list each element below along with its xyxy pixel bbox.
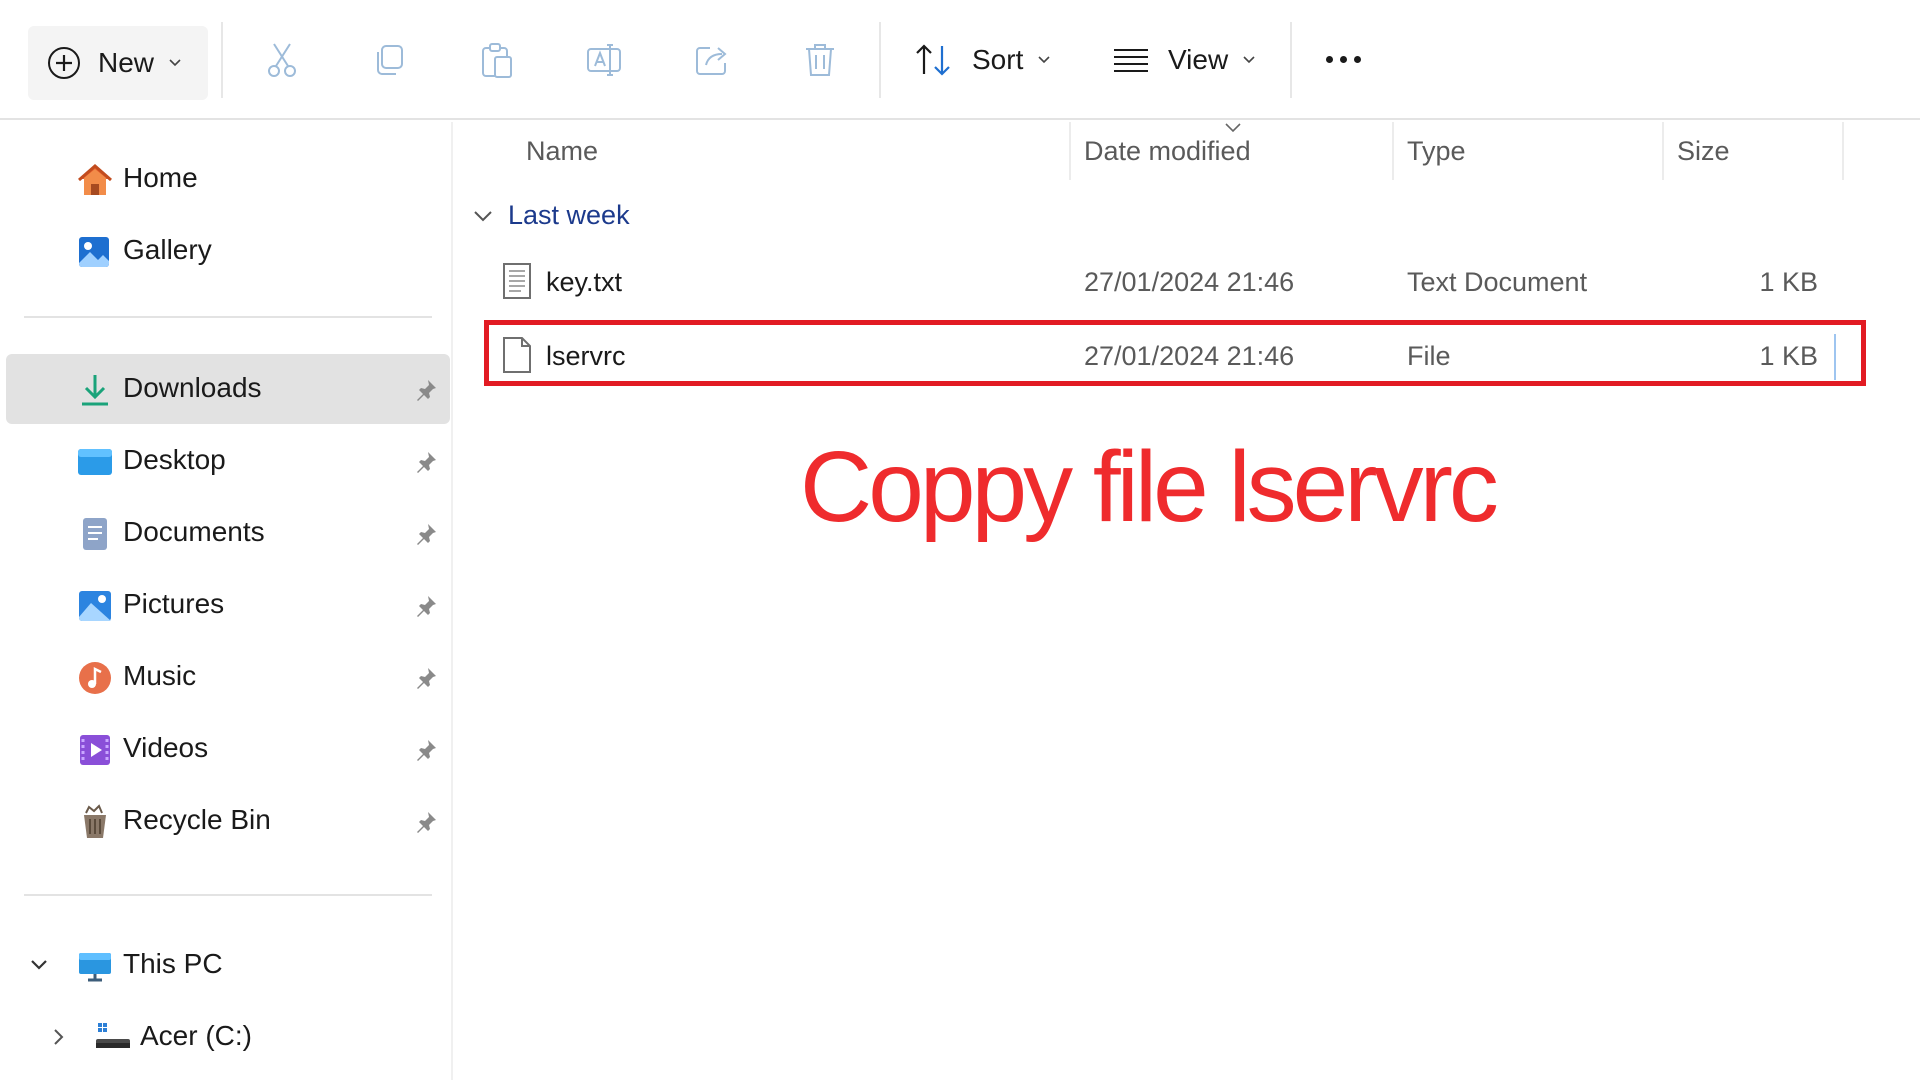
column-header-date[interactable]: Date modified (1084, 136, 1251, 167)
nav-label: Acer (C:) (140, 1020, 252, 1051)
this-pc-icon (79, 953, 111, 982)
downloads-icon (82, 375, 108, 406)
toolbar-separator (1290, 22, 1292, 98)
pin-icon[interactable] (414, 522, 438, 546)
column-separator[interactable] (1662, 122, 1664, 180)
column-header-size[interactable]: Size (1677, 136, 1730, 167)
nav-item-music[interactable]: Music (6, 642, 450, 712)
videos-icon (80, 735, 110, 765)
nav-divider (24, 894, 432, 896)
nav-divider (24, 316, 432, 318)
sort-icon (916, 44, 950, 76)
toolbar-separator (221, 22, 223, 98)
recycle-bin-icon (84, 804, 106, 838)
nav-label: Music (123, 660, 197, 691)
nav-item-recycle-bin[interactable]: Recycle Bin (6, 786, 450, 856)
cut-icon[interactable] (262, 40, 302, 80)
chevron-down-icon[interactable] (28, 954, 50, 976)
view-label: View (1168, 44, 1229, 75)
pin-icon[interactable] (414, 378, 438, 402)
nav-label: Gallery (123, 234, 212, 265)
column-separator[interactable] (1392, 122, 1394, 180)
nav-item-this-pc[interactable]: This PC (6, 930, 450, 1000)
command-bar: New Sort View (0, 0, 1920, 120)
chevron-down-icon (1243, 56, 1255, 64)
chevron-down-icon (1038, 56, 1050, 64)
sort-button[interactable]: Sort (914, 30, 1051, 90)
more-icon[interactable] (1326, 56, 1361, 63)
pin-icon[interactable] (414, 810, 438, 834)
group-header-last-week[interactable]: Last week (472, 200, 630, 231)
nav-label: Home (123, 162, 198, 193)
nav-label: Documents (123, 516, 265, 547)
nav-label: This PC (123, 948, 223, 979)
view-button[interactable]: View (1112, 30, 1256, 90)
nav-label: Recycle Bin (123, 804, 271, 835)
drive-icon (96, 1023, 130, 1048)
column-header-type[interactable]: Type (1407, 136, 1466, 167)
share-icon[interactable] (692, 40, 732, 80)
home-icon (78, 164, 112, 195)
annotation-text: Coppy file lservrc (800, 431, 1499, 543)
sort-label: Sort (972, 44, 1024, 75)
nav-item-gallery[interactable]: Gallery (6, 216, 450, 286)
nav-item-videos[interactable]: Videos (6, 714, 450, 784)
new-button[interactable]: New (28, 26, 208, 100)
music-icon (79, 662, 111, 694)
column-separator[interactable] (1069, 122, 1071, 180)
file-size: 1 KB (1759, 267, 1818, 297)
view-icon (1114, 49, 1148, 72)
navigation-pane: Home Gallery Downloads Desktop Documents… (0, 122, 453, 1080)
pin-icon[interactable] (414, 594, 438, 618)
pin-icon[interactable] (414, 450, 438, 474)
toolbar-separator (879, 22, 881, 98)
nav-item-pictures[interactable]: Pictures (6, 570, 450, 640)
paste-icon[interactable] (477, 40, 517, 80)
file-name: key.txt (546, 267, 623, 297)
column-separator[interactable] (1842, 122, 1844, 180)
chevron-right-icon[interactable] (48, 1026, 70, 1048)
group-label: Last week (508, 200, 630, 230)
delete-icon[interactable] (800, 40, 840, 80)
sort-descending-icon (1225, 123, 1241, 133)
column-header-name[interactable]: Name (526, 136, 598, 167)
pictures-icon (79, 591, 111, 621)
nav-item-desktop[interactable]: Desktop (6, 426, 450, 496)
nav-item-downloads[interactable]: Downloads (6, 354, 450, 424)
documents-icon (83, 518, 107, 550)
text-file-icon (503, 263, 531, 299)
new-label: New (98, 47, 155, 78)
nav-label: Downloads (123, 372, 262, 403)
pin-icon[interactable] (414, 666, 438, 690)
nav-label: Videos (123, 732, 209, 763)
file-row-key-txt[interactable]: key.txt 27/01/2024 21:46 Text Document 1… (490, 252, 1860, 312)
copy-icon[interactable] (370, 40, 410, 80)
plus-circle-icon (48, 47, 80, 79)
highlight-box (484, 320, 1866, 386)
gallery-icon (79, 237, 109, 267)
desktop-icon (78, 449, 112, 475)
pin-icon[interactable] (414, 738, 438, 762)
rename-icon[interactable] (584, 40, 624, 80)
nav-item-home[interactable]: Home (6, 144, 450, 214)
file-type: Text Document (1407, 267, 1588, 297)
nav-label: Desktop (123, 444, 226, 475)
nav-item-documents[interactable]: Documents (6, 498, 450, 568)
nav-label: Pictures (123, 588, 225, 619)
nav-item-drive-c[interactable]: Acer (C:) (6, 1002, 450, 1072)
file-date: 27/01/2024 21:46 (1084, 267, 1295, 297)
chevron-down-icon (169, 59, 181, 67)
chevron-down-icon (474, 210, 492, 221)
